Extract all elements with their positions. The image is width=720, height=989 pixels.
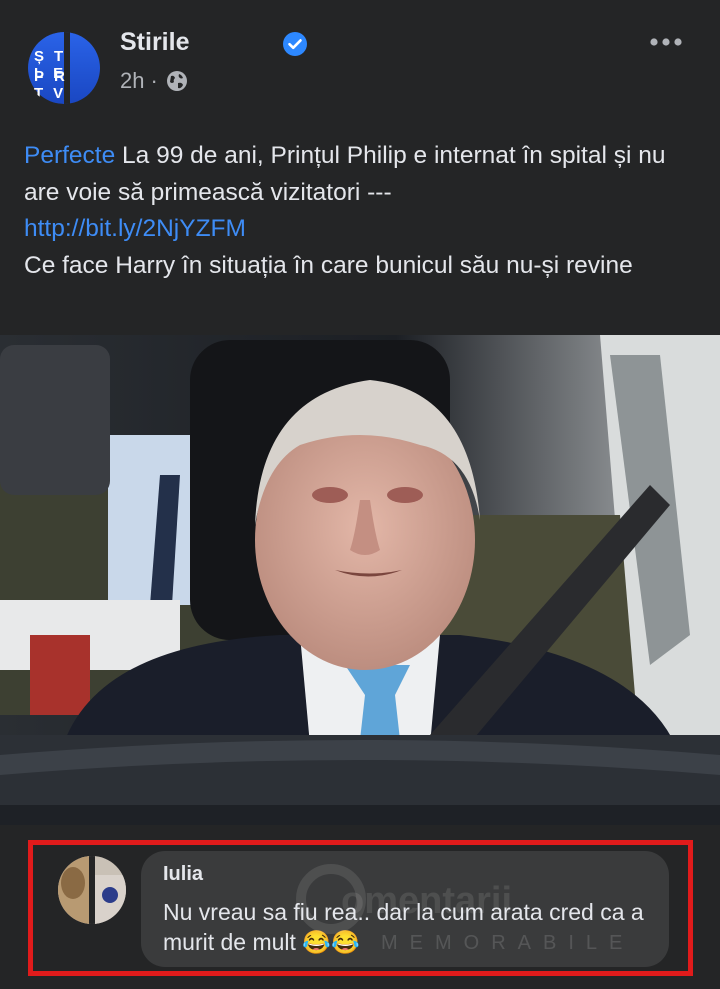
post-tag-link[interactable]: Perfecte: [24, 142, 115, 169]
post-text-body: La 99 de ani, Prințul Philip e internat …: [24, 142, 666, 206]
post-text: Perfecte La 99 de ani, Prințul Philip e …: [24, 138, 704, 284]
highlighted-comment: Iulia Nu vreau sa fiu rea.. dar la cum a…: [28, 840, 693, 976]
post-photo[interactable]: [0, 335, 720, 825]
post-meta: 2h ·: [120, 68, 188, 94]
post-header: ȘT LE PR TV Stirile 2h ·: [0, 0, 720, 120]
comment-text: Nu vreau sa fiu rea.. dar la cum arata c…: [163, 899, 644, 955]
page-avatar[interactable]: ȘT LE PR TV: [24, 32, 104, 104]
comment-bubble[interactable]: Iulia Nu vreau sa fiu rea.. dar la cum a…: [141, 851, 669, 967]
page-name[interactable]: Stirile: [120, 28, 189, 57]
more-options-icon[interactable]: [648, 32, 688, 52]
avatar-text-bottom: PR TV: [34, 68, 75, 102]
comment-author[interactable]: Iulia: [163, 863, 203, 886]
post-time[interactable]: 2h: [120, 68, 144, 94]
post-text-body-2: Ce face Harry în situația în care bunicu…: [24, 251, 633, 279]
commenter-avatar[interactable]: [55, 855, 129, 925]
meta-separator: ·: [150, 68, 158, 93]
globe-icon: [166, 71, 187, 91]
verified-badge-icon: [283, 32, 307, 56]
post-url-link[interactable]: http://bit.ly/2NjYZFM: [24, 215, 246, 242]
photo-illustration: [0, 335, 720, 825]
